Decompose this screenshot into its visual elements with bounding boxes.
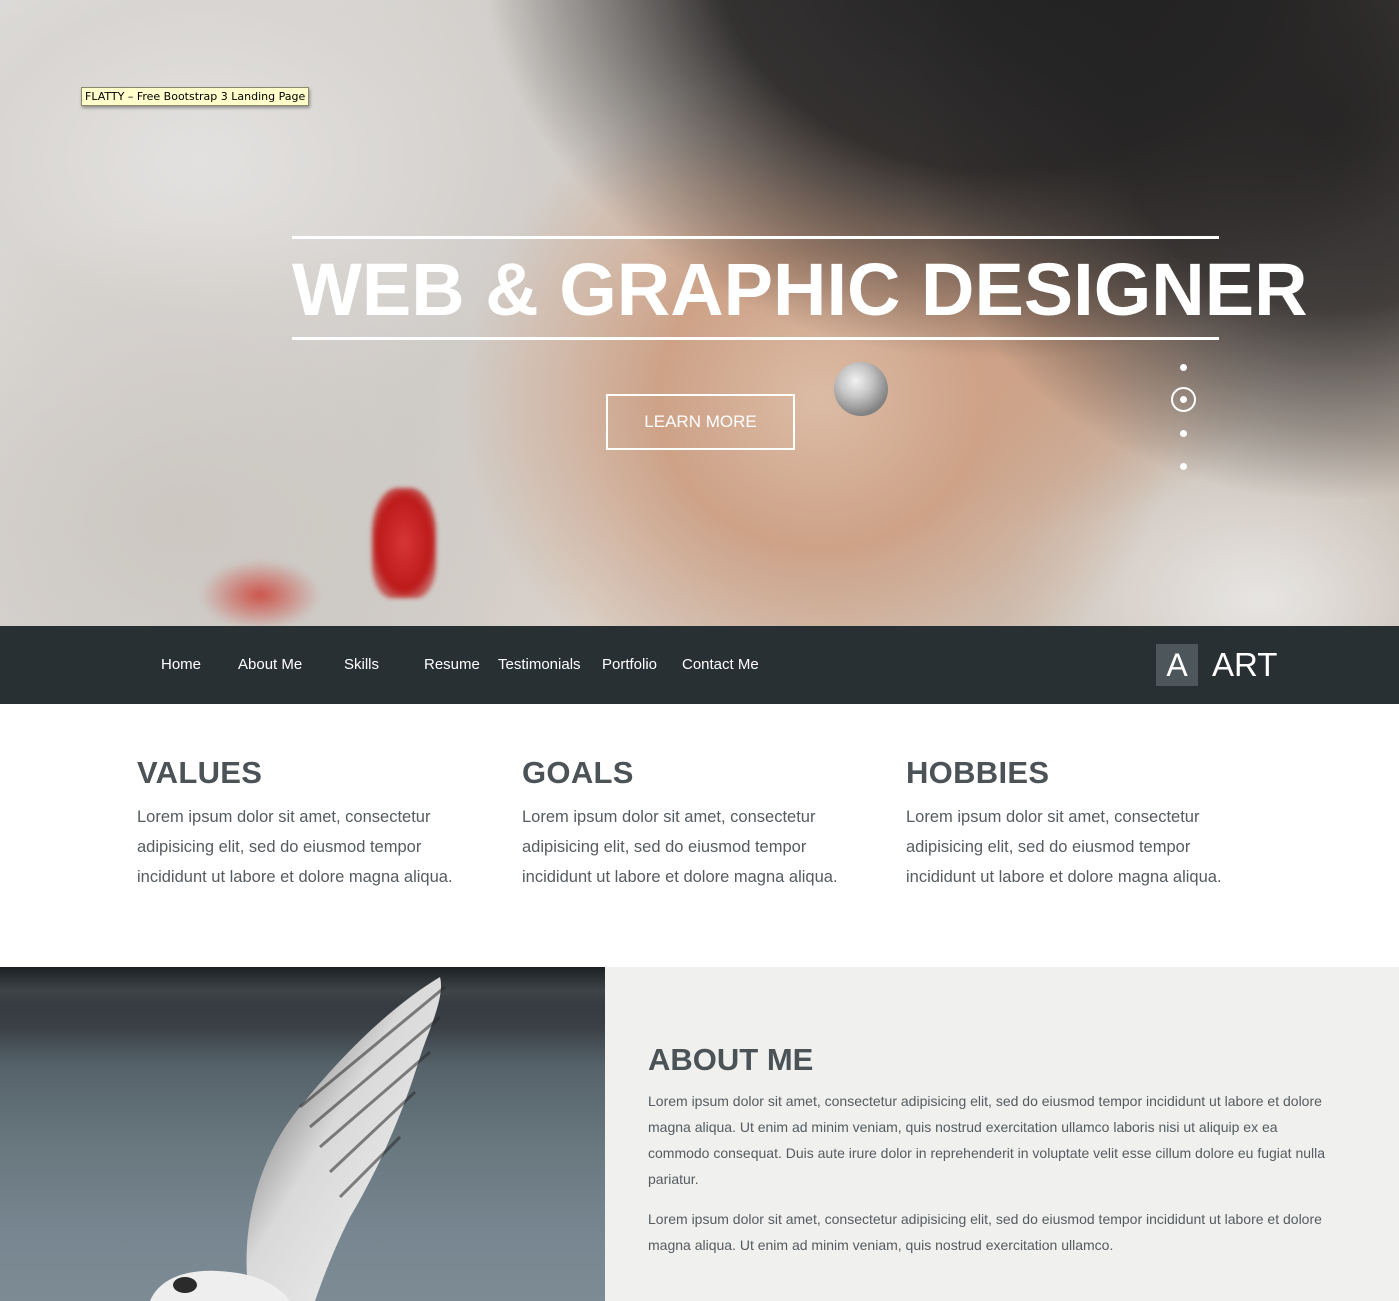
feature-column-values: VALUES Lorem ipsum dolor sit amet, conse… [137, 752, 477, 892]
hero-title-rule-bottom [292, 337, 1219, 340]
brand-name[interactable]: ART [1212, 644, 1277, 686]
about-paragraph-1: Lorem ipsum dolor sit amet, consectetur … [648, 1093, 1326, 1187]
feature-title: HOBBIES [906, 755, 1050, 790]
feature-column-goals: GOALS Lorem ipsum dolor sit amet, consec… [522, 752, 862, 892]
feature-column-hobbies: HOBBIES Lorem ipsum dolor sit amet, cons… [906, 752, 1246, 892]
slide-indicator-2-active[interactable] [1171, 387, 1196, 412]
nav-item-about-me[interactable]: About Me [238, 626, 302, 704]
main-navbar: Home About Me Skills Resume Testimonials… [0, 626, 1399, 704]
about-title: ABOUT ME [648, 1042, 814, 1077]
nav-item-resume[interactable]: Resume [424, 626, 480, 704]
about-photo-seagull [0, 967, 605, 1301]
hero-title-rule-top [292, 236, 1219, 239]
feature-title: VALUES [137, 755, 263, 790]
feature-text: Lorem ipsum dolor sit amet, consectetur … [906, 808, 1222, 886]
about-paragraph-2: Lorem ipsum dolor sit amet, consectetur … [648, 1211, 1322, 1253]
slide-indicator-1[interactable] [1180, 364, 1187, 371]
slide-indicator-3[interactable] [1180, 430, 1187, 437]
brand-logo-box[interactable]: A [1156, 644, 1198, 686]
nav-item-skills[interactable]: Skills [344, 626, 379, 704]
slide-indicator-4[interactable] [1180, 463, 1187, 470]
hero-title: WEB & GRAPHIC DESIGNER [292, 248, 1308, 331]
feature-title: GOALS [522, 755, 634, 790]
nav-item-home[interactable]: Home [161, 626, 201, 704]
seagull-illustration [150, 977, 446, 1301]
learn-more-button[interactable]: LEARN MORE [606, 394, 795, 450]
nav-item-portfolio[interactable]: Portfolio [602, 626, 657, 704]
nav-item-testimonials[interactable]: Testimonials [498, 626, 581, 704]
feature-text: Lorem ipsum dolor sit amet, consectetur … [522, 808, 838, 886]
tooltip: FLATTY – Free Bootstrap 3 Landing Page [81, 87, 310, 106]
nav-item-contact-me[interactable]: Contact Me [682, 626, 759, 704]
feature-text: Lorem ipsum dolor sit amet, consectetur … [137, 808, 453, 886]
